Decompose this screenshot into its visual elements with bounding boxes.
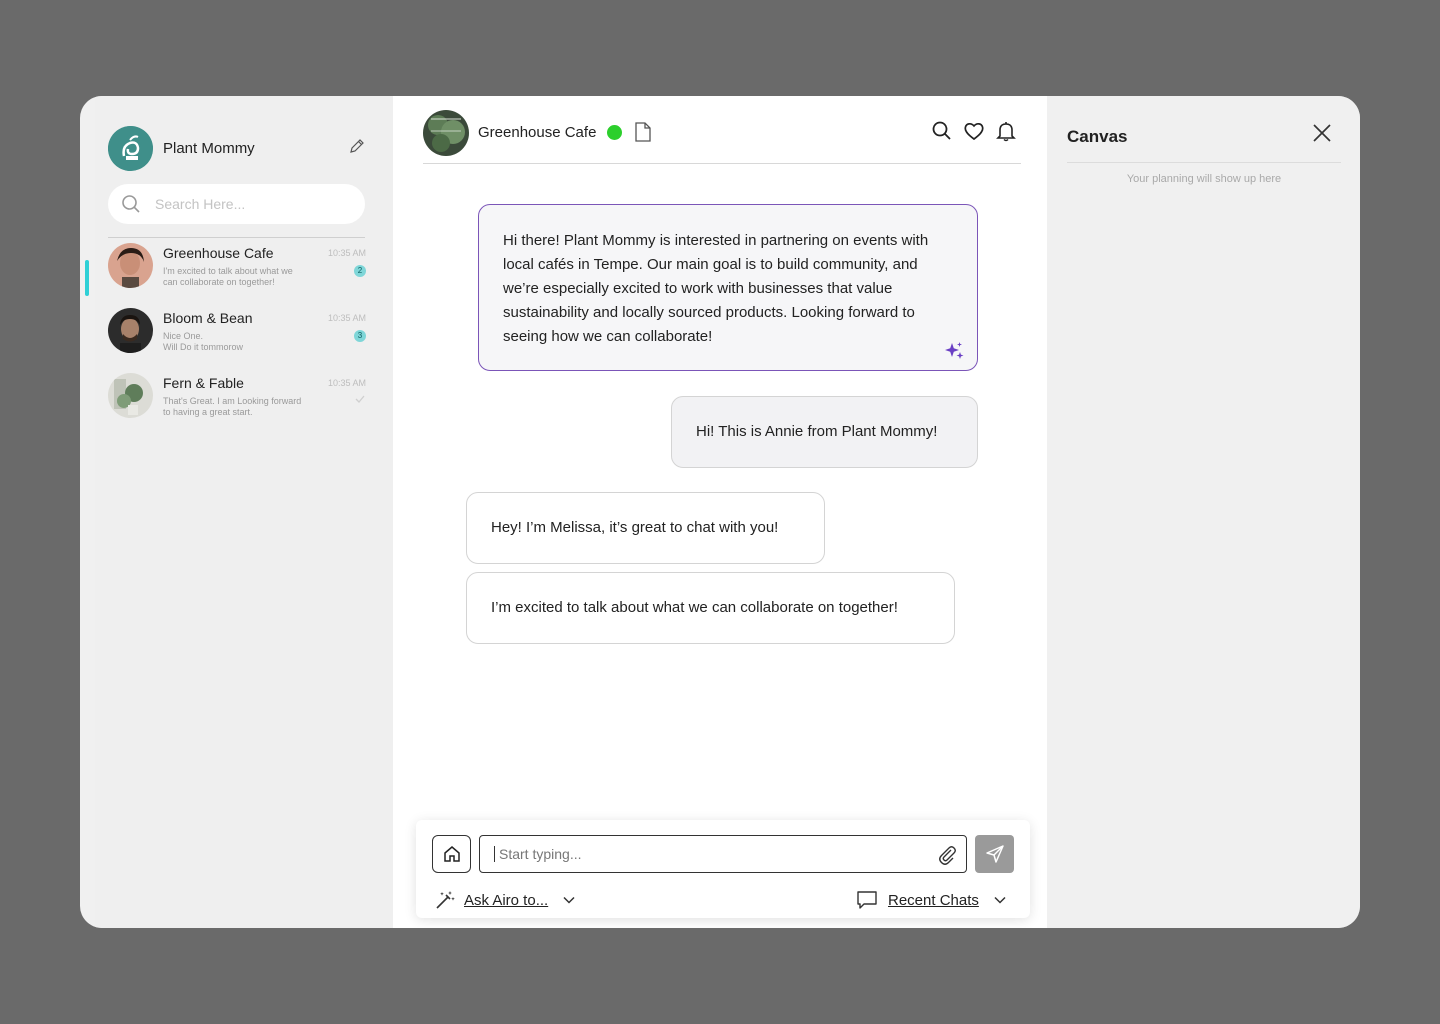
canvas-panel: Canvas Your planning will show up here	[1047, 96, 1360, 928]
unread-badge: 2	[354, 265, 366, 277]
search-input[interactable]	[155, 196, 345, 212]
close-icon[interactable]	[1311, 122, 1333, 144]
chat-time: 10:35 AM	[327, 313, 366, 323]
profile-name: Plant Mommy	[163, 139, 255, 157]
magic-wand-icon	[436, 891, 455, 909]
message-text: Hi! This is Annie from Plant Mommy!	[696, 423, 938, 440]
chat-item-greenhouse-cafe[interactable]: Greenhouse Cafe I'm excited to talk abou…	[108, 243, 366, 308]
chat-list: Greenhouse Cafe I'm excited to talk abou…	[108, 243, 366, 438]
active-chat-indicator	[85, 260, 89, 296]
unread-badge: 3	[354, 330, 366, 342]
message-text: Hi there! Plant Mommy is interested in p…	[503, 232, 929, 345]
edit-icon[interactable]	[348, 137, 366, 155]
recent-chats-label: Recent Chats	[888, 891, 979, 909]
header-contact-name: Greenhouse Cafe	[478, 124, 597, 141]
send-button[interactable]	[975, 835, 1014, 873]
chat-preview-line: Nice One.	[163, 331, 204, 341]
message-composer: Ask Airo to... Recent Chats	[416, 820, 1030, 918]
message-text: I’m excited to talk about what we can co…	[491, 599, 898, 616]
paperclip-icon[interactable]	[936, 844, 958, 866]
canvas-title: Canvas	[1067, 127, 1128, 146]
home-button[interactable]	[432, 835, 471, 873]
chat-item-bloom-bean[interactable]: Bloom & Bean Nice One. Will Do it tommor…	[108, 308, 366, 373]
recent-chats-menu[interactable]: Recent Chats	[856, 889, 1007, 911]
chevron-down-icon	[563, 896, 575, 904]
profile-header: Plant Mommy	[108, 125, 366, 171]
message-box	[479, 835, 967, 873]
plant-logo-icon	[108, 125, 153, 171]
avatar	[108, 308, 153, 353]
search-bar	[108, 184, 365, 224]
app-window: Plant Mommy Search Here... Greenhouse Ca…	[80, 96, 1360, 928]
avatar	[108, 373, 153, 418]
bell-icon[interactable]	[995, 120, 1017, 142]
search-icon	[122, 195, 140, 213]
search-icon[interactable]	[931, 120, 953, 142]
chat-preview-line: Will Do it tommorow	[163, 342, 244, 352]
profile-avatar[interactable]	[108, 125, 153, 171]
divider	[1067, 162, 1341, 163]
send-icon	[985, 845, 1004, 863]
chat-bubble-icon	[857, 891, 877, 909]
read-check-icon	[355, 395, 365, 403]
chat-preview: I'm excited to talk about what we can co…	[163, 266, 293, 287]
message-input[interactable]	[494, 846, 914, 862]
avatar	[108, 243, 153, 288]
heart-icon[interactable]	[963, 120, 985, 142]
chat-preview: Nice One. Will Do it tommorow	[163, 331, 308, 353]
header-avatar[interactable]	[423, 110, 469, 156]
sidebar: Plant Mommy Search Here... Greenhouse Ca…	[95, 96, 393, 928]
online-status-dot	[607, 125, 622, 140]
message-text: Hey! I’m Melissa, it’s great to chat wit…	[491, 519, 779, 536]
incoming-message: Hey! I’m Melissa, it’s great to chat wit…	[466, 492, 825, 564]
chat-name: Fern & Fable	[163, 375, 244, 391]
ask-airo-menu[interactable]: Ask Airo to...	[434, 889, 576, 911]
canvas-empty-hint: Your planning will show up here	[1126, 173, 1282, 185]
chat-header: Greenhouse Cafe	[423, 110, 1021, 164]
home-icon	[443, 846, 460, 862]
chat-time: 10:35 AM	[327, 378, 366, 388]
incoming-message: I’m excited to talk about what we can co…	[466, 572, 955, 644]
ai-draft-message[interactable]: Hi there! Plant Mommy is interested in p…	[478, 204, 978, 371]
sparkle-icon[interactable]	[943, 340, 965, 362]
chat-name: Greenhouse Cafe	[163, 245, 274, 261]
chat-panel: Greenhouse Cafe Hi there! Plant Mommy is…	[393, 96, 1047, 928]
chat-preview: That's Great. I am Looking forward to ha…	[163, 396, 302, 417]
chevron-down-icon	[994, 896, 1006, 904]
document-icon[interactable]	[634, 122, 652, 142]
chat-item-fern-fable[interactable]: Fern & Fable That's Great. I am Looking …	[108, 373, 366, 438]
chat-time: 10:35 AM	[327, 248, 366, 258]
ask-airo-label: Ask Airo to...	[464, 891, 549, 909]
outgoing-message: Hi! This is Annie from Plant Mommy!	[671, 396, 978, 468]
divider	[108, 237, 365, 238]
chat-name: Bloom & Bean	[163, 310, 253, 326]
